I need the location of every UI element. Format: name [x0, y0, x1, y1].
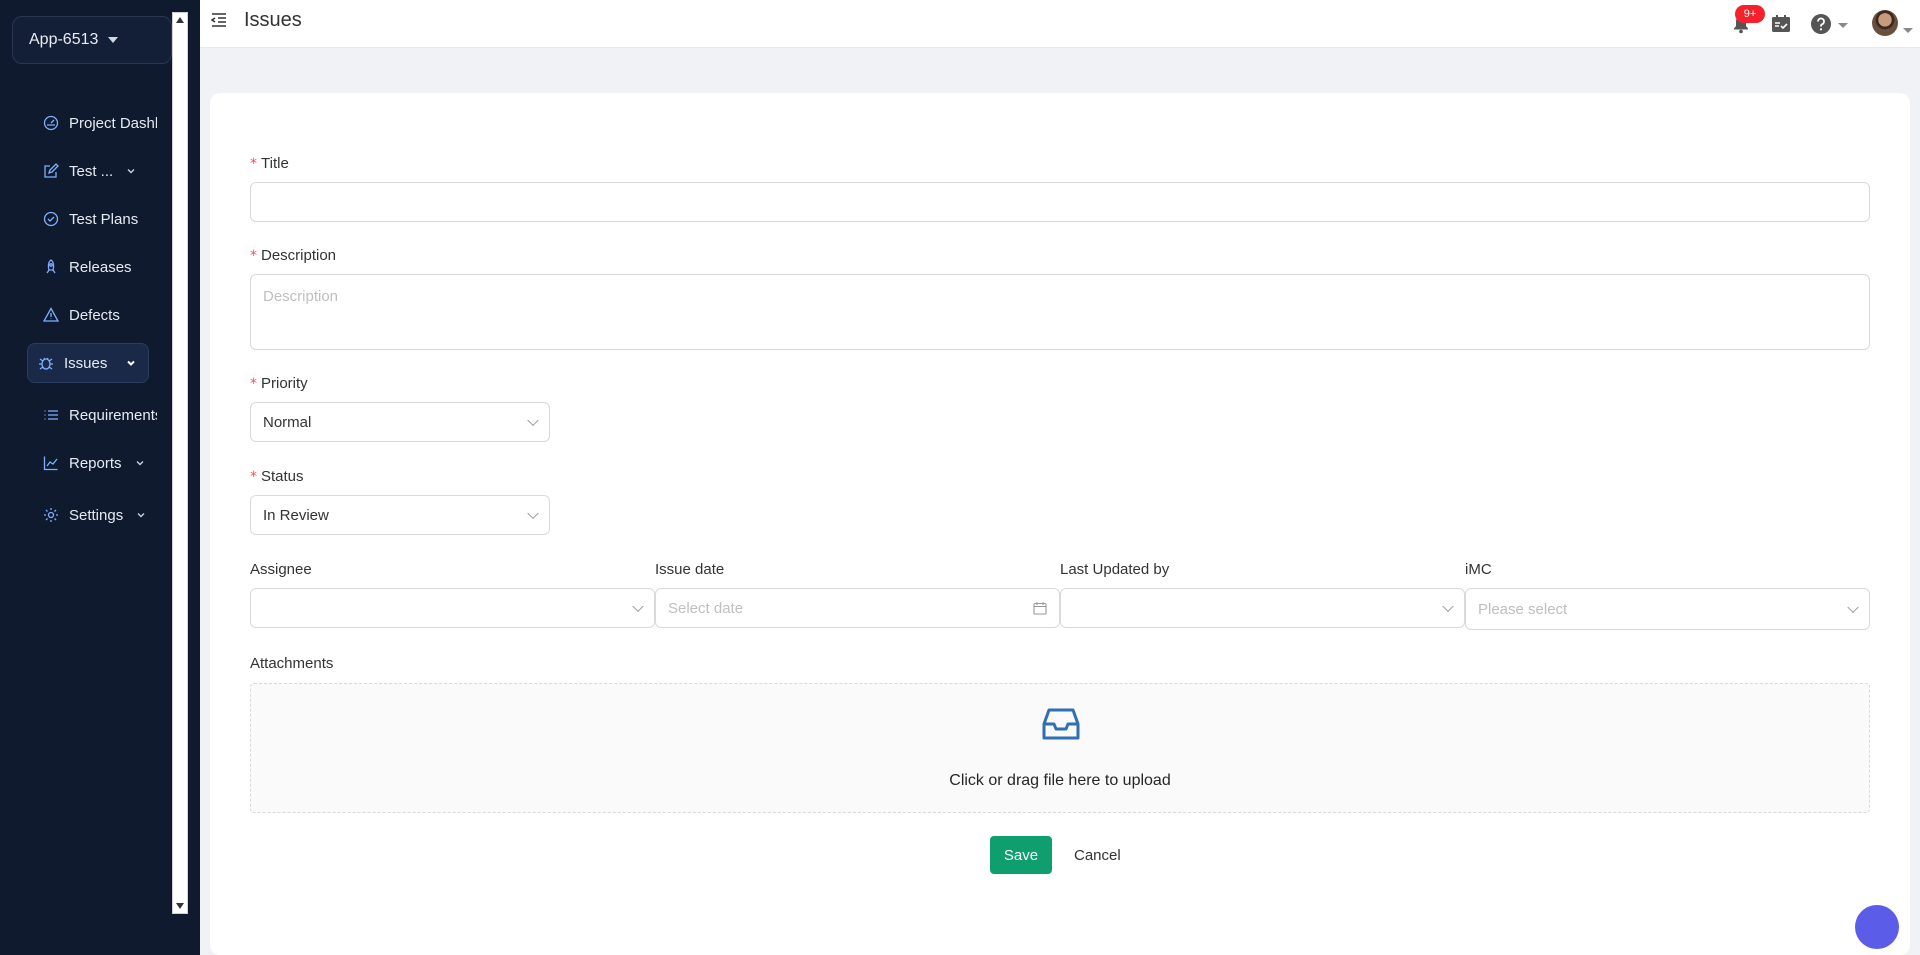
status-value: In Review	[263, 506, 329, 524]
sidebar-item-issues[interactable]: Issues	[27, 343, 149, 383]
bug-icon	[38, 355, 54, 371]
status-label: * Status	[250, 468, 304, 485]
last-updated-by-select[interactable]	[1060, 588, 1465, 628]
warning-icon	[43, 307, 59, 323]
priority-label: * Priority	[250, 375, 308, 392]
list-icon	[43, 407, 59, 423]
chevron-down-icon	[527, 507, 539, 520]
chevron-down-icon	[125, 357, 137, 369]
chevron-down-icon	[1442, 600, 1454, 613]
cancel-button[interactable]: Cancel	[1062, 836, 1133, 874]
rocket-icon	[43, 259, 59, 275]
description-label: * Description	[250, 247, 337, 264]
last-updated-by-label: Last Updated by	[1060, 561, 1170, 578]
title-input[interactable]	[250, 182, 1870, 222]
sidebar-item-label: Defects	[69, 306, 120, 324]
attachment-dropzone[interactable]: Click or drag file here to upload	[250, 683, 1870, 813]
help-icon[interactable]	[1810, 13, 1832, 35]
sidebar-item-label: Releases	[69, 258, 132, 276]
upload-hint: Click or drag file here to upload	[949, 772, 1171, 789]
sidebar-item-reports[interactable]: Reports	[33, 443, 157, 483]
issue-form-card: * Title * Description Description * Priorit…	[210, 93, 1910, 955]
issue-date-label: Issue date	[655, 561, 725, 578]
imc-select[interactable]: Please select	[1465, 588, 1870, 630]
page-title: Issues	[244, 9, 302, 31]
inbox-icon	[1041, 704, 1081, 744]
sidebar-scrollbar[interactable]	[172, 12, 188, 914]
required-mark: *	[250, 376, 257, 392]
scroll-up-arrow-icon[interactable]	[176, 17, 184, 23]
top-header: Issues	[200, 0, 1920, 48]
description-textarea[interactable]: Description	[250, 274, 1870, 350]
assignee-label: Assignee	[250, 561, 312, 578]
chevron-down-icon	[527, 414, 539, 427]
avatar[interactable]	[1872, 10, 1898, 36]
chevron-down-icon	[134, 457, 146, 469]
line-chart-icon	[43, 455, 59, 471]
chevron-down-icon	[135, 509, 147, 521]
sidebar-item-project-dashboard[interactable]: Project Dashb	[33, 103, 157, 143]
gear-icon	[43, 507, 59, 523]
priority-value: Normal	[263, 413, 312, 431]
app-switcher-label: App-6513	[29, 31, 99, 48]
attachments-label: Attachments	[250, 655, 334, 672]
required-mark: *	[250, 469, 257, 485]
imc-placeholder: Please select	[1478, 600, 1568, 618]
calendar-icon	[1033, 601, 1047, 615]
save-button[interactable]: Save	[990, 836, 1052, 874]
sidebar-item-label: Test Plans	[69, 210, 139, 228]
caret-down-icon	[108, 37, 119, 43]
issue-date-placeholder: Select date	[668, 599, 744, 617]
sidebar-item-label: Settings	[69, 506, 124, 524]
sidebar-item-settings[interactable]: Settings	[33, 495, 157, 535]
issue-date-picker[interactable]: Select date	[655, 588, 1060, 628]
sidebar-item-releases[interactable]: Releases	[33, 247, 157, 287]
floating-action-button[interactable]	[1855, 905, 1899, 949]
sidebar-item-label: Requirements	[69, 406, 157, 424]
sidebar: App-6513 Project Dashb Test ... Test Pla…	[0, 0, 200, 955]
sidebar-item-label: Test ...	[69, 162, 114, 180]
sidebar-item-label: Issues	[64, 354, 108, 372]
sidebar-item-defects[interactable]: Defects	[33, 295, 157, 335]
help-caret-icon[interactable]	[1838, 23, 1848, 28]
chevron-down-icon	[1847, 601, 1859, 614]
avatar-caret-icon[interactable]	[1903, 28, 1913, 33]
scroll-down-arrow-icon[interactable]	[176, 903, 184, 909]
check-circle-icon	[43, 211, 59, 227]
menu-fold-icon[interactable]	[210, 11, 228, 29]
chevron-down-icon	[125, 165, 137, 177]
calendar-check-icon[interactable]	[1770, 13, 1792, 35]
status-select[interactable]: In Review	[250, 495, 550, 535]
sidebar-item-test-plans[interactable]: Test Plans	[33, 199, 157, 239]
required-mark: *	[250, 248, 257, 264]
sidebar-item-label: Reports	[69, 454, 122, 472]
chevron-down-icon	[632, 600, 644, 613]
sidebar-item-label: Project Dashb	[69, 114, 157, 132]
required-mark: *	[250, 156, 257, 172]
app-switcher[interactable]: App-6513	[12, 16, 172, 64]
edit-icon	[43, 163, 59, 179]
title-label: * Title	[250, 155, 289, 172]
imc-label: iMC	[1465, 561, 1492, 578]
dashboard-icon	[43, 115, 59, 131]
priority-select[interactable]: Normal	[250, 402, 550, 442]
notification-badge: 9+	[1735, 5, 1765, 23]
sidebar-item-requirements[interactable]: Requirements	[33, 395, 157, 435]
sidebar-item-test[interactable]: Test ...	[33, 151, 157, 191]
assignee-select[interactable]	[250, 588, 655, 628]
